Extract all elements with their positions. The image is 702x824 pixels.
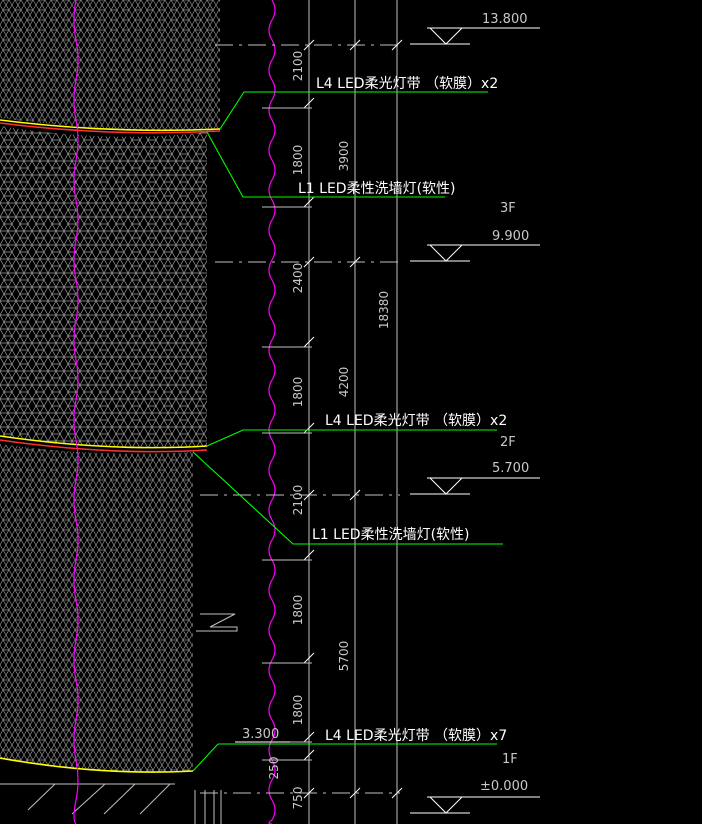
callout-c1: L4 LED柔光灯带 （软膜）x2 — [316, 76, 498, 92]
elevation-2f: 5.700 — [492, 461, 529, 476]
facade-panel-top — [0, 0, 220, 131]
level-marker-3f — [410, 244, 540, 262]
floor-1f: 1F — [502, 752, 518, 767]
dim-inner-7: 1800 — [291, 695, 305, 726]
dim-inner-5: 2100 — [291, 485, 305, 516]
elevation-side: 3.300 — [242, 727, 279, 742]
level-marker-1f — [410, 796, 540, 814]
dim-inner-1: 2100 — [291, 51, 305, 82]
leader-c5 — [192, 743, 497, 772]
floor-3f: 3F — [500, 201, 516, 216]
elevation-1f: ±0.000 — [480, 779, 528, 794]
facade-panel-bottom — [0, 444, 193, 773]
dim-middle-1: 3900 — [337, 141, 351, 172]
dim-inner-8: 750 — [291, 787, 305, 810]
facade-panels — [0, 0, 220, 773]
dim-middle-3: 5700 — [337, 641, 351, 672]
leader-c1 — [219, 91, 488, 130]
leader-c3 — [206, 429, 497, 447]
dim-inner-4: 1800 — [291, 377, 305, 408]
callout-texts: L4 LED柔光灯带 （软膜）x2 L1 LED柔性洗墙灯(软性) L4 LED… — [298, 76, 507, 744]
level-marker-2f — [410, 477, 540, 495]
callout-c4: L1 LED柔性洗墙灯(软性) — [312, 527, 470, 543]
floor-2f: 2F — [500, 435, 516, 450]
dim-inner-2: 1800 — [291, 145, 305, 176]
bracket-detail — [196, 613, 238, 632]
callout-c5: L4 LED柔光灯带 （软膜）x7 — [325, 728, 507, 744]
elevation-3f: 9.900 — [492, 229, 529, 244]
elevation-top: 13.800 — [482, 12, 528, 27]
cad-elevation-drawing: L4 LED柔光灯带 （软膜）x2 L1 LED柔性洗墙灯(软性) L4 LED… — [0, 0, 540, 824]
dim-inner-6: 1800 — [291, 595, 305, 626]
level-texts: 13.800 3F 9.900 2F 5.700 1F ±0.000 3.300 — [242, 12, 529, 794]
dim-total: 18380 — [377, 291, 391, 329]
facade-panel-middle — [0, 126, 207, 449]
dim-inner-3: 2400 — [291, 263, 305, 294]
axis-line-right — [268, 0, 276, 824]
callout-c2: L1 LED柔性洗墙灯(软性) — [298, 181, 456, 197]
level-marker-top — [410, 27, 540, 45]
ground-hatch — [0, 783, 222, 824]
dim-inner-small: 250 — [267, 757, 281, 780]
callout-c3: L4 LED柔光灯带 （软膜）x2 — [325, 413, 507, 429]
dim-middle-2: 4200 — [337, 367, 351, 398]
